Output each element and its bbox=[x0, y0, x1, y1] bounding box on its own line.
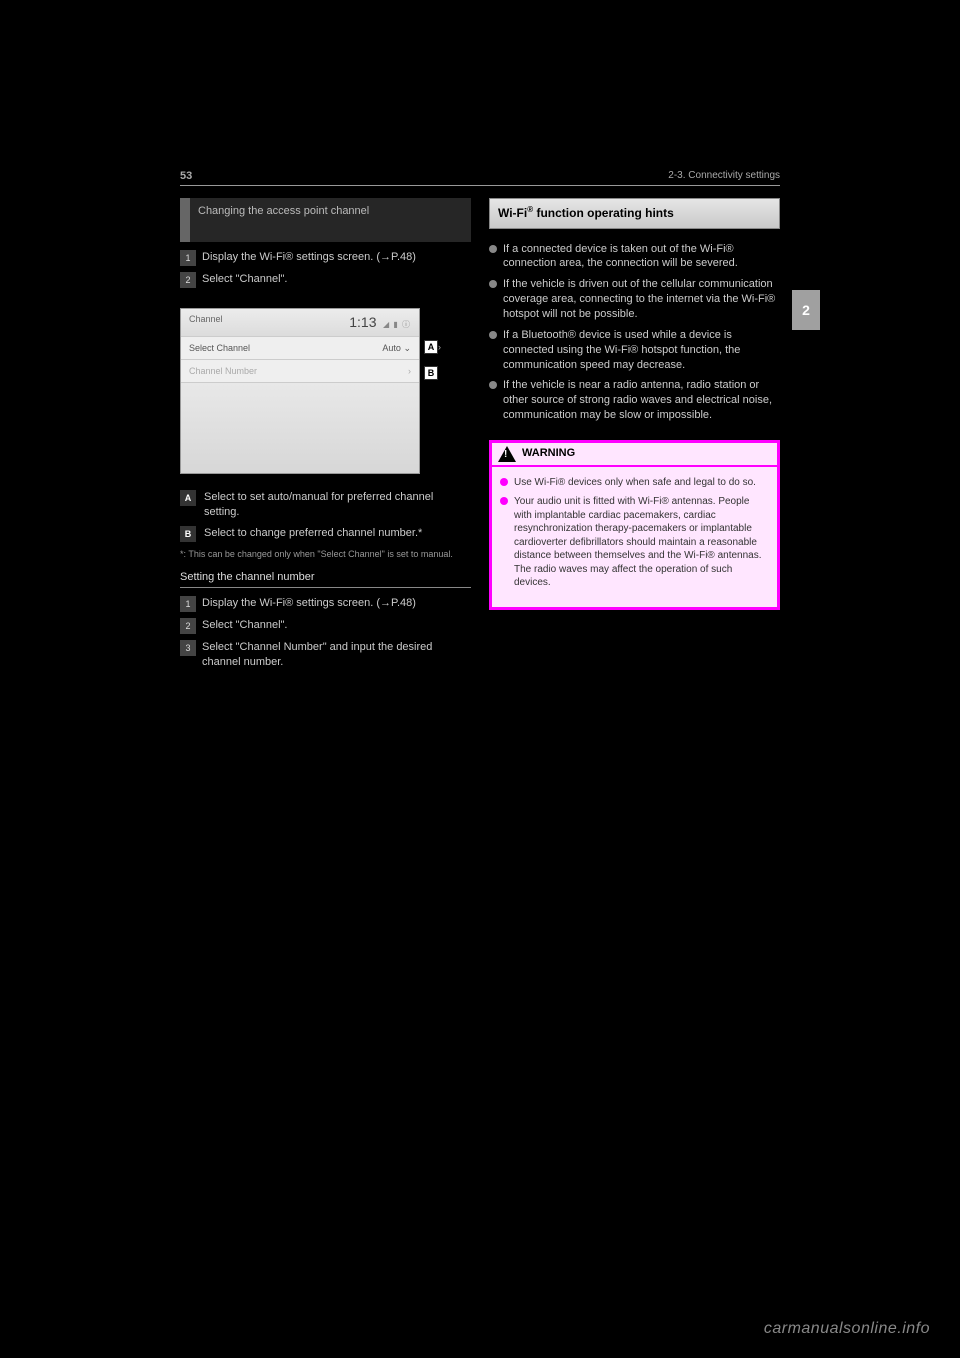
step-item: 3 Select "Channel Number" and input the … bbox=[180, 638, 471, 674]
step-item: 1 Display the Wi-Fi® settings screen. (→… bbox=[180, 594, 471, 616]
warning-text: Use Wi-Fi® devices only when safe and le… bbox=[514, 476, 756, 490]
subsection-title-bar: Changing the access point channel bbox=[180, 198, 471, 242]
section-title-box: Wi-Fi® function operating hints bbox=[489, 198, 780, 229]
two-column-layout: Changing the access point channel 1 Disp… bbox=[180, 198, 780, 684]
warning-item: Your audio unit is fitted with Wi-Fi® an… bbox=[500, 492, 769, 593]
embedded-ui-screenshot: Channel 1:13 ◢ ▮ ⓘ Select Channel Auto ⌄ bbox=[180, 308, 420, 474]
step-text: Display the Wi-Fi® settings screen. (→P.… bbox=[202, 250, 416, 266]
bullet-icon bbox=[489, 280, 497, 288]
screenshot-status-icons: ◢ ▮ ⓘ bbox=[383, 320, 411, 329]
legend-text: Select to set auto/manual for preferred … bbox=[204, 490, 471, 520]
bullet-icon bbox=[489, 245, 497, 253]
step-text: Display the Wi-Fi® settings screen. (→P.… bbox=[202, 596, 416, 612]
warning-bullet-icon bbox=[500, 497, 508, 505]
chevron-right-icon: › bbox=[408, 365, 411, 377]
subsection-title: Changing the access point channel bbox=[198, 205, 369, 217]
warning-text: Your audio unit is fitted with Wi-Fi® an… bbox=[514, 495, 769, 590]
step-text: Select "Channel". bbox=[202, 618, 287, 634]
screenshot-clock: 1:13 bbox=[349, 314, 376, 330]
step-number-icon: 2 bbox=[180, 272, 196, 288]
bullet-icon bbox=[489, 381, 497, 389]
screenshot-titlebar: Channel 1:13 ◢ ▮ ⓘ bbox=[181, 309, 419, 337]
section-path: 2-3. Connectivity settings bbox=[668, 170, 780, 182]
step-number-icon: 1 bbox=[180, 250, 196, 266]
legend-text: Select to change preferred channel numbe… bbox=[204, 526, 422, 542]
hint-text: If a Bluetooth® device is used while a d… bbox=[503, 328, 780, 373]
warning-header: WARNING bbox=[492, 443, 777, 467]
legend-footnote: *: This can be changed only when "Select… bbox=[180, 548, 471, 560]
hint-item: If a Bluetooth® device is used while a d… bbox=[489, 325, 780, 376]
select-channel-row[interactable]: Select Channel Auto ⌄ bbox=[181, 337, 419, 360]
warning-box: WARNING Use Wi-Fi® devices only when saf… bbox=[489, 440, 780, 610]
steps-list-1: 1 Display the Wi-Fi® settings screen. (→… bbox=[180, 248, 471, 292]
warning-body: Use Wi-Fi® devices only when safe and le… bbox=[492, 467, 777, 607]
warning-bullet-icon bbox=[500, 478, 508, 486]
manual-page: 53 2-3. Connectivity settings 2 Changing… bbox=[180, 170, 780, 684]
callout-arrow-icon: › bbox=[438, 341, 441, 353]
steps-list-2: 1 Display the Wi-Fi® settings screen. (→… bbox=[180, 594, 471, 674]
bullet-icon bbox=[489, 331, 497, 339]
hint-item: If the vehicle is near a radio antenna, … bbox=[489, 375, 780, 426]
step-number-icon: 1 bbox=[180, 596, 196, 612]
step-text: Select "Channel". bbox=[202, 272, 287, 288]
warning-triangle-icon bbox=[498, 446, 516, 462]
section-title: Wi-Fi® function operating hints bbox=[498, 206, 674, 220]
step-item: 2 Select "Channel". bbox=[180, 616, 471, 638]
chapter-tab: 2 bbox=[792, 290, 820, 330]
step-item: 2 Select "Channel". bbox=[180, 270, 471, 292]
legend-item: B Select to change preferred channel num… bbox=[180, 526, 471, 542]
screenshot-empty-area bbox=[181, 383, 419, 473]
step-item: 1 Display the Wi-Fi® settings screen. (→… bbox=[180, 248, 471, 270]
channel-number-row[interactable]: Channel Number › bbox=[181, 360, 419, 383]
callout-marker-a: A bbox=[424, 340, 438, 354]
page-header: 53 2-3. Connectivity settings bbox=[180, 170, 780, 186]
hint-text: If a connected device is taken out of th… bbox=[503, 242, 780, 272]
warning-label: WARNING bbox=[522, 446, 575, 461]
hint-item: If a connected device is taken out of th… bbox=[489, 239, 780, 275]
page-number: 53 bbox=[180, 170, 192, 182]
select-channel-value: Auto bbox=[382, 343, 401, 353]
right-column: Wi-Fi® function operating hints If a con… bbox=[489, 198, 780, 684]
legend-item: A Select to set auto/manual for preferre… bbox=[180, 490, 471, 520]
legend-marker-a: A bbox=[180, 490, 196, 506]
screenshot-title: Channel bbox=[189, 313, 223, 332]
channel-number-label: Channel Number bbox=[189, 365, 257, 377]
left-column: Changing the access point channel 1 Disp… bbox=[180, 198, 471, 684]
step-number-icon: 2 bbox=[180, 618, 196, 634]
subheading: Setting the channel number bbox=[180, 570, 471, 588]
warning-item: Use Wi-Fi® devices only when safe and le… bbox=[500, 473, 769, 493]
step-text: Select "Channel Number" and input the de… bbox=[202, 640, 471, 670]
watermark: carmanualsonline.info bbox=[764, 1320, 930, 1338]
select-channel-label: Select Channel bbox=[189, 342, 250, 354]
hint-text: If the vehicle is near a radio antenna, … bbox=[503, 378, 780, 423]
hints-list: If a connected device is taken out of th… bbox=[489, 239, 780, 426]
callout-marker-b: B bbox=[424, 366, 438, 380]
step-number-icon: 3 bbox=[180, 640, 196, 656]
hint-item: If the vehicle is driven out of the cell… bbox=[489, 274, 780, 325]
legend-marker-b: B bbox=[180, 526, 196, 542]
hint-text: If the vehicle is driven out of the cell… bbox=[503, 277, 780, 322]
chevron-down-icon: ⌄ bbox=[403, 343, 411, 353]
